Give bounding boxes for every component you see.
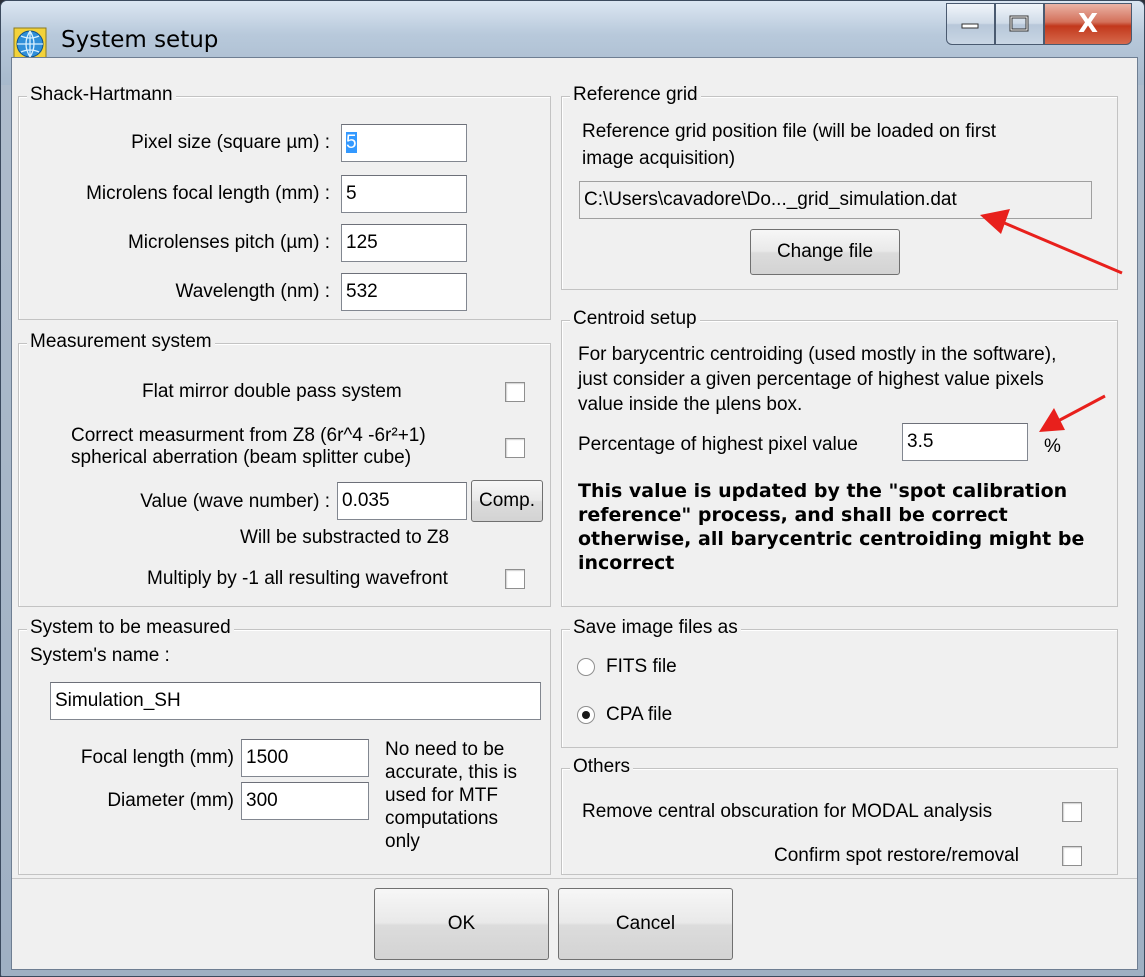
pixel-size-input[interactable]: 5 — [341, 124, 467, 162]
close-button[interactable]: X — [1044, 3, 1132, 45]
globe-icon — [13, 27, 47, 61]
multiply-label: Multiply by -1 all resulting wavefront — [147, 568, 448, 589]
percentage-input[interactable]: 3.5 — [902, 423, 1028, 461]
pitch-label: Microlenses pitch (µm) : — [127, 232, 330, 253]
confirm-spot-label: Confirm spot restore/removal — [774, 845, 1019, 866]
save-image-group: Save image files as FITS file CPA file — [561, 617, 1118, 748]
system-to-be-measured-group: System to be measured System's name : Si… — [18, 617, 551, 875]
focal-length-mm-label: Focal length (mm) — [80, 747, 234, 768]
remove-obscuration-label: Remove central obscuration for MODAL ana… — [582, 801, 993, 822]
percent-unit: % — [1044, 436, 1061, 457]
change-file-button[interactable]: Change file — [750, 229, 900, 275]
shack-hartmann-group: Shack-Hartmann Pixel size (square µm) : … — [18, 84, 551, 320]
ok-button[interactable]: OK — [374, 888, 549, 960]
system-setup-window: System setup X Shack-Hartmann Pixel size… — [0, 0, 1145, 977]
centroid-setup-group: Centroid setup For barycentric centroidi… — [561, 308, 1118, 607]
substract-note: Will be substracted to Z8 — [240, 527, 450, 548]
wavelength-input[interactable]: 532 — [341, 273, 467, 311]
diameter-label: Diameter (mm) — [107, 790, 234, 811]
maximize-icon — [1009, 15, 1028, 32]
focal-length-input[interactable]: 5 — [341, 175, 467, 213]
wave-number-input[interactable]: 0.035 — [337, 482, 467, 520]
correct-measurement-label: Correct measurment from Z8 (6r^4 -6r²+1)… — [71, 425, 426, 468]
group-title: Measurement system — [27, 331, 215, 353]
close-icon: X — [1077, 9, 1099, 39]
group-title: Reference grid — [570, 84, 701, 106]
group-title: Save image files as — [570, 617, 741, 639]
mtf-note: No need to be accurate, this is used for M… — [385, 739, 517, 852]
group-title: Centroid setup — [570, 308, 700, 330]
reference-grid-description: Reference grid position file (will be lo… — [582, 121, 996, 169]
wavelength-label: Wavelength (nm) : — [175, 281, 330, 302]
dialog-client: Shack-Hartmann Pixel size (square µm) : … — [11, 57, 1138, 970]
system-name-label: System's name : — [30, 645, 170, 666]
others-group: Others Remove central obscuration for MO… — [561, 756, 1118, 875]
dialog-button-bar: OK Cancel — [12, 878, 1137, 969]
fits-radio[interactable] — [577, 658, 595, 676]
reference-grid-group: Reference grid Reference grid position f… — [561, 84, 1118, 290]
system-diameter-input[interactable]: 300 — [241, 782, 369, 820]
cpa-label[interactable]: CPA file — [606, 704, 672, 726]
flat-mirror-checkbox[interactable] — [505, 382, 525, 402]
system-focal-input[interactable]: 1500 — [241, 739, 369, 777]
centroid-warning: This value is updated by the "spot calib… — [578, 480, 1085, 574]
pitch-input[interactable]: 125 — [341, 224, 467, 262]
maximize-button[interactable] — [995, 3, 1044, 45]
remove-obscuration-checkbox[interactable] — [1062, 802, 1082, 822]
percentage-label: Percentage of highest pixel value — [578, 434, 858, 455]
fits-label[interactable]: FITS file — [606, 656, 677, 678]
cpa-radio[interactable] — [577, 706, 595, 724]
comp-button[interactable]: Comp. — [471, 480, 543, 522]
pixel-size-label: Pixel size (square µm) : — [131, 132, 330, 153]
window-title: System setup — [61, 27, 219, 53]
cancel-button[interactable]: Cancel — [558, 888, 733, 960]
group-title: Others — [570, 756, 634, 778]
reference-file-path: C:\Users\cavadore\Do..._grid_simulation.… — [579, 181, 1092, 219]
multiply-checkbox[interactable] — [505, 569, 525, 589]
group-title: Shack-Hartmann — [27, 84, 176, 106]
value-label: Value (wave number) : — [140, 491, 330, 512]
measurement-system-group: Measurement system Flat mirror double pa… — [18, 331, 551, 607]
flat-mirror-label: Flat mirror double pass system — [142, 381, 402, 402]
focal-length-label: Microlens focal length (mm) : — [86, 183, 330, 204]
system-name-input[interactable]: Simulation_SH — [50, 682, 541, 720]
confirm-spot-checkbox[interactable] — [1062, 846, 1082, 866]
centroid-description: For barycentric centroiding (used mostly… — [578, 344, 1057, 415]
minimize-button[interactable] — [946, 3, 995, 45]
minimize-icon — [961, 23, 978, 29]
group-title: System to be measured — [27, 617, 234, 639]
correct-measurement-checkbox[interactable] — [505, 438, 525, 458]
